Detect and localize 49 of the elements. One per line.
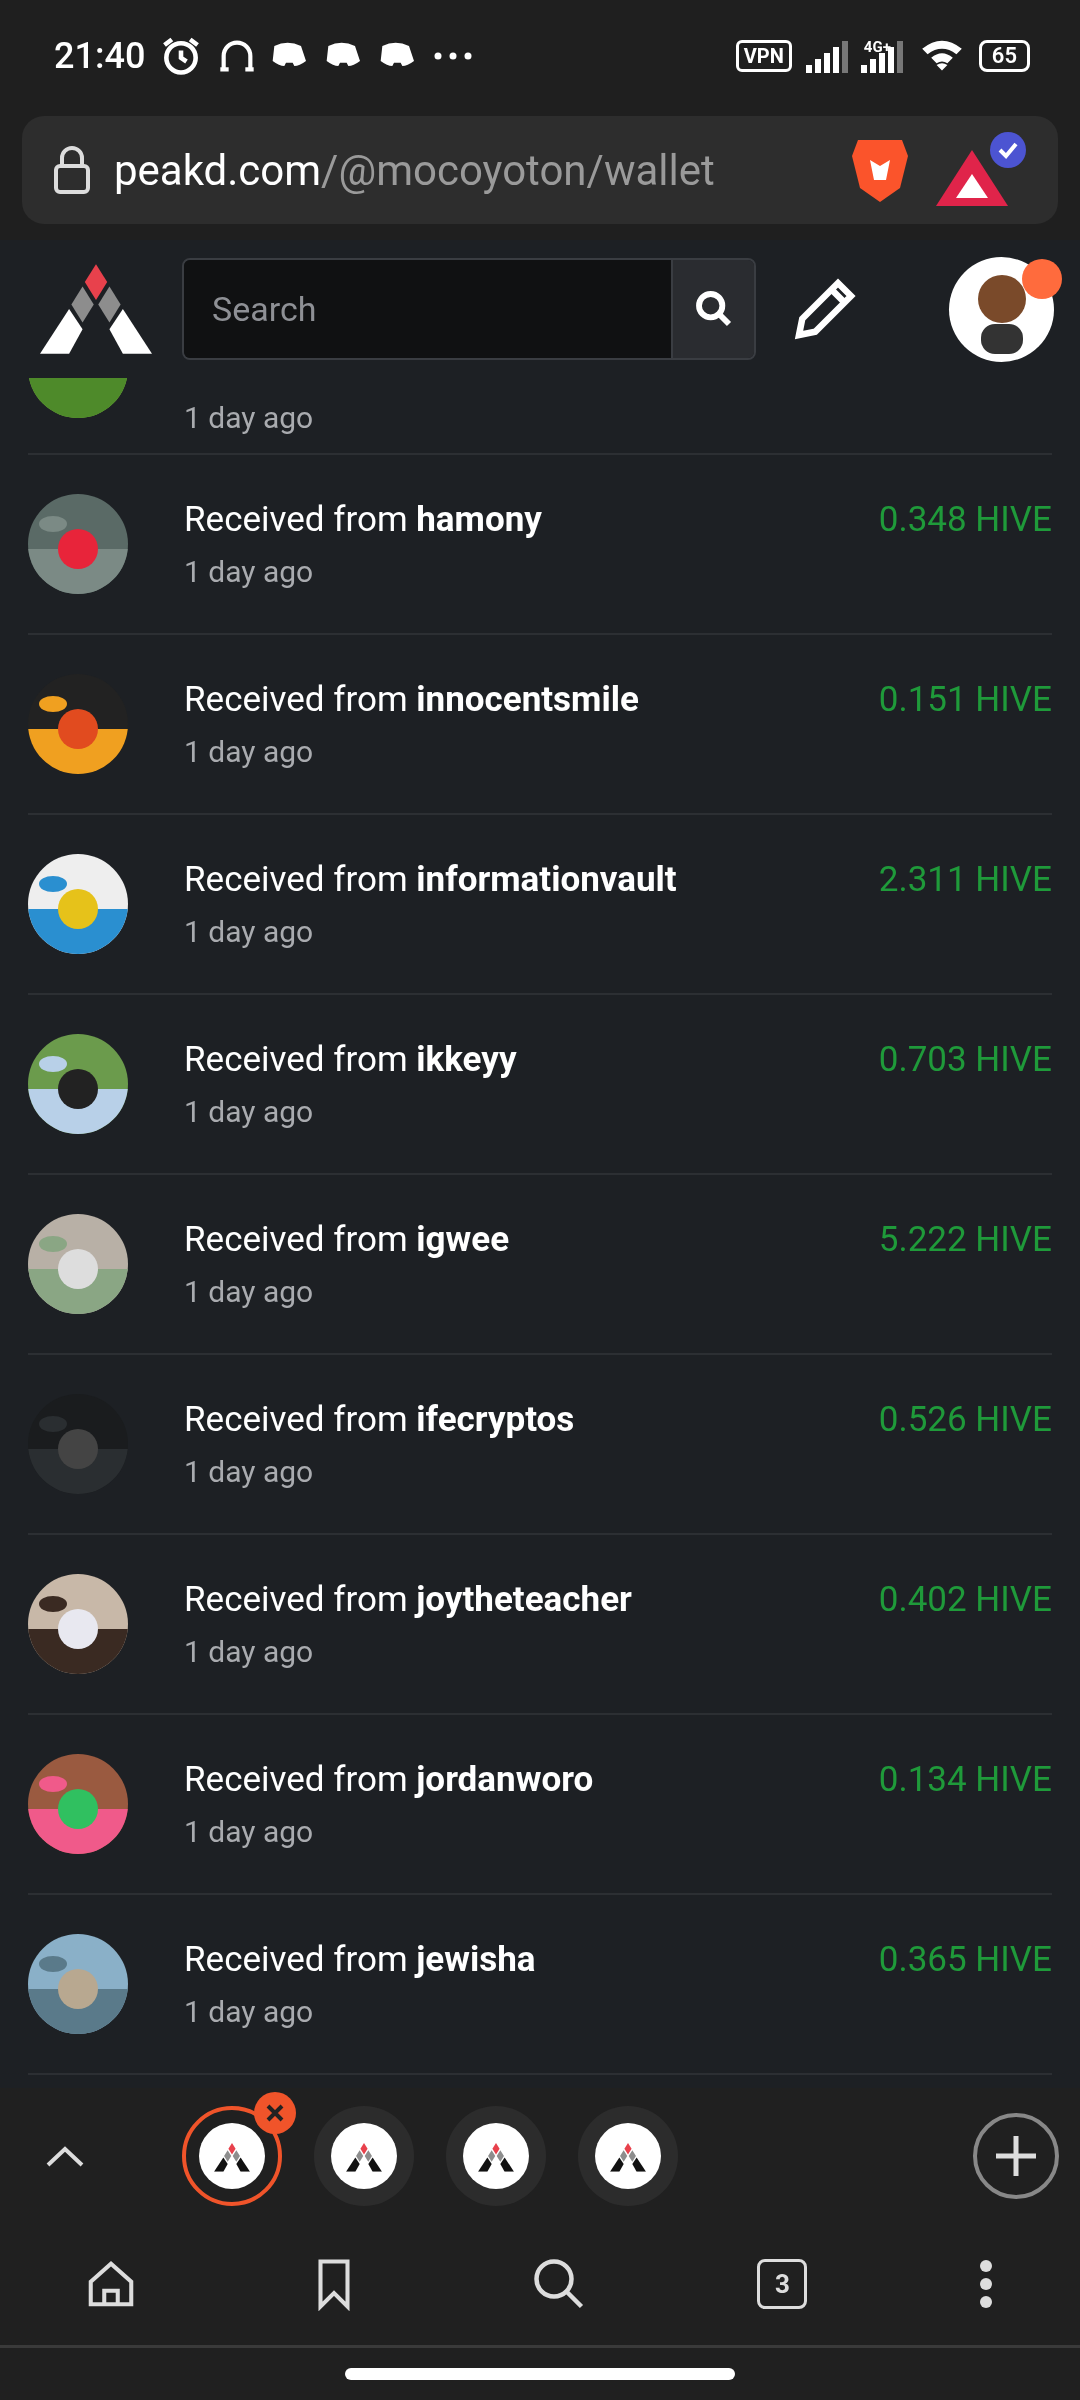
transaction-amount: 0.151 HIVE xyxy=(878,679,1052,720)
signal-icon xyxy=(860,39,905,73)
transaction-time: 1 day ago xyxy=(184,734,315,769)
transaction-amount: 0.365 HIVE xyxy=(878,1939,1052,1980)
site-icon xyxy=(199,2122,265,2189)
tab-count-button[interactable]: 3 xyxy=(757,2259,808,2309)
transaction-time: 1 day ago xyxy=(184,1634,315,1669)
status-time: 21:40 xyxy=(54,35,146,77)
transaction-title: Received from ikkeyy xyxy=(184,1039,518,1080)
transaction-time: 1 day ago xyxy=(184,1274,315,1309)
url-text: peakd.com/@mocoyoton/wallet xyxy=(114,145,716,195)
transaction-amount: 5.222 HIVE xyxy=(878,1219,1052,1260)
close-icon[interactable] xyxy=(254,2091,296,2134)
transaction-amount: 0.703 HIVE xyxy=(878,1039,1052,1080)
transaction-title: Received from igwee xyxy=(184,1219,511,1260)
transaction-time: 1 day ago xyxy=(184,914,315,949)
transaction-time: 1 day ago xyxy=(184,554,315,589)
search-button[interactable] xyxy=(671,260,754,358)
transaction-amount: 0.402 HIVE xyxy=(878,1579,1052,1620)
site-icon xyxy=(463,2122,529,2189)
transaction-title: Received from joytheteacher xyxy=(184,1579,633,1620)
transaction-time: 1 day ago xyxy=(184,1994,315,2029)
transaction-time: 1 day ago xyxy=(184,400,314,435)
transaction-amount: 0.526 HIVE xyxy=(878,1399,1052,1440)
transaction-title: Received from jewisha xyxy=(184,1939,537,1980)
search-icon xyxy=(693,289,734,329)
transaction-amount: 2.311 HIVE xyxy=(878,859,1052,900)
site-icon xyxy=(331,2122,397,2189)
transaction-title: Received from hamony xyxy=(184,499,543,540)
transaction-title: Received from innocentsmile xyxy=(184,679,640,720)
address-bar[interactable]: peakd.com/@mocoyoton/wallet xyxy=(22,116,1058,224)
transaction-amount: 0.134 HIVE xyxy=(878,1759,1052,1800)
network-type: 4G+ xyxy=(863,38,891,56)
transaction-title: Received from ifecryptos xyxy=(184,1399,576,1440)
site-icon xyxy=(595,2122,661,2189)
transaction-amount: 0.348 HIVE xyxy=(878,499,1052,540)
search-field[interactable]: Search xyxy=(182,258,756,360)
battery-level: 65 xyxy=(978,40,1030,72)
signal-icon xyxy=(805,39,850,73)
transaction-time: 1 day ago xyxy=(184,1094,315,1129)
lock-icon xyxy=(52,146,92,194)
transaction-title: Received from informationvault xyxy=(184,859,678,900)
more-icon xyxy=(433,51,474,61)
vpn-badge: VPN xyxy=(735,40,792,72)
add-tab-icon[interactable] xyxy=(972,2111,1060,2200)
transaction-title: Received from jordanworo xyxy=(184,1759,595,1800)
transaction-time: 1 day ago xyxy=(184,1814,315,1849)
transaction-time: 1 day ago xyxy=(184,1454,315,1489)
logo-icon[interactable] xyxy=(40,264,152,354)
